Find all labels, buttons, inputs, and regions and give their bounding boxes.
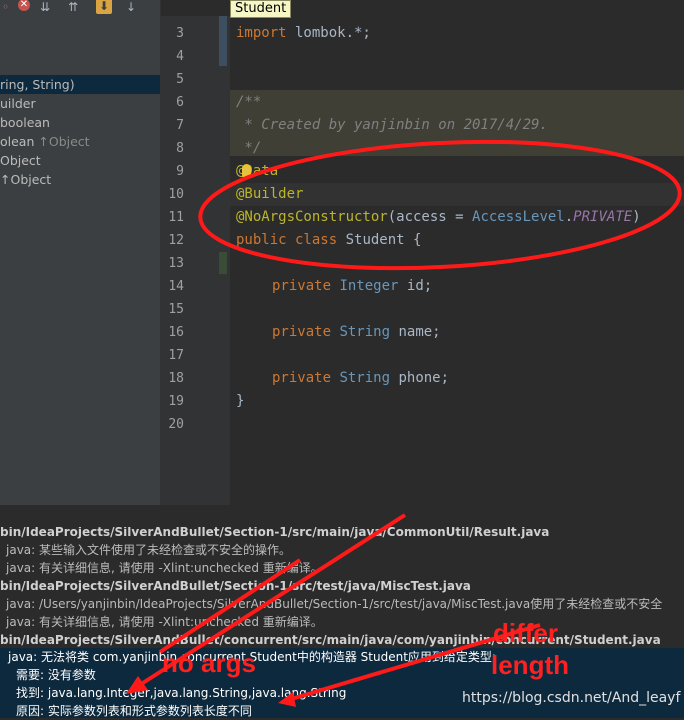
arrow-line-3 xyxy=(158,558,302,654)
arrowhead-2 xyxy=(278,692,296,707)
annotation-differ: differ xyxy=(493,618,558,648)
annotation-length: length xyxy=(491,650,569,680)
annotation-no-args: no args xyxy=(162,648,256,678)
annotation-overlay xyxy=(126,139,682,707)
watermark: https://blog.csdn.net/And_leayf xyxy=(462,690,681,706)
highlight-ellipse xyxy=(198,139,682,271)
arrowhead-1 xyxy=(126,676,148,694)
